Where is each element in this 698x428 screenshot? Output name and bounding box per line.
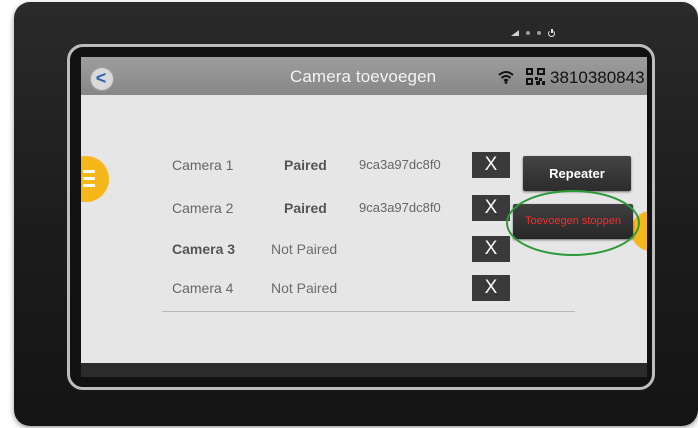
camera-mac: 9ca3a97dc8f0 (359, 200, 441, 215)
camera-status: Paired (284, 157, 327, 173)
camera-name: Camera 2 (172, 200, 234, 216)
indicator-dot (537, 31, 541, 35)
back-button[interactable]: < (90, 67, 114, 91)
camera-status: Paired (284, 200, 327, 216)
highlight-annotation (506, 190, 640, 256)
remove-camera-button[interactable]: X (472, 275, 510, 301)
device-hardware-controls (511, 29, 556, 37)
screen-bottom-edge (81, 363, 647, 377)
remove-camera-button[interactable]: X (472, 195, 510, 221)
camera-status: Not Paired (271, 280, 338, 296)
repeater-button[interactable]: Repeater (523, 156, 631, 191)
camera-status: Not Paired (271, 241, 338, 257)
camera-mac: 9ca3a97dc8f0 (359, 157, 441, 172)
indicator-dot (526, 31, 530, 35)
list-divider (162, 311, 575, 312)
remove-camera-button[interactable]: X (472, 152, 510, 178)
qr-code-icon (526, 68, 545, 85)
app-screen: < Camera toevoegen 3810380843 Camera 1 P… (81, 57, 647, 363)
top-bar: < Camera toevoegen 3810380843 (81, 57, 647, 95)
camera-row: Camera 4 Not Paired X (81, 275, 647, 303)
camera-name: Camera 3 (172, 241, 236, 257)
chevron-left-icon: < (95, 68, 107, 88)
page-title: Camera toevoegen (290, 67, 437, 86)
camera-name: Camera 4 (172, 280, 234, 296)
camera-name: Camera 1 (172, 157, 234, 173)
device-id: 3810380843 (550, 68, 645, 87)
volume-icon (511, 30, 519, 36)
power-icon[interactable] (548, 29, 556, 37)
remove-camera-button[interactable]: X (472, 236, 510, 262)
wifi-icon (498, 71, 514, 84)
